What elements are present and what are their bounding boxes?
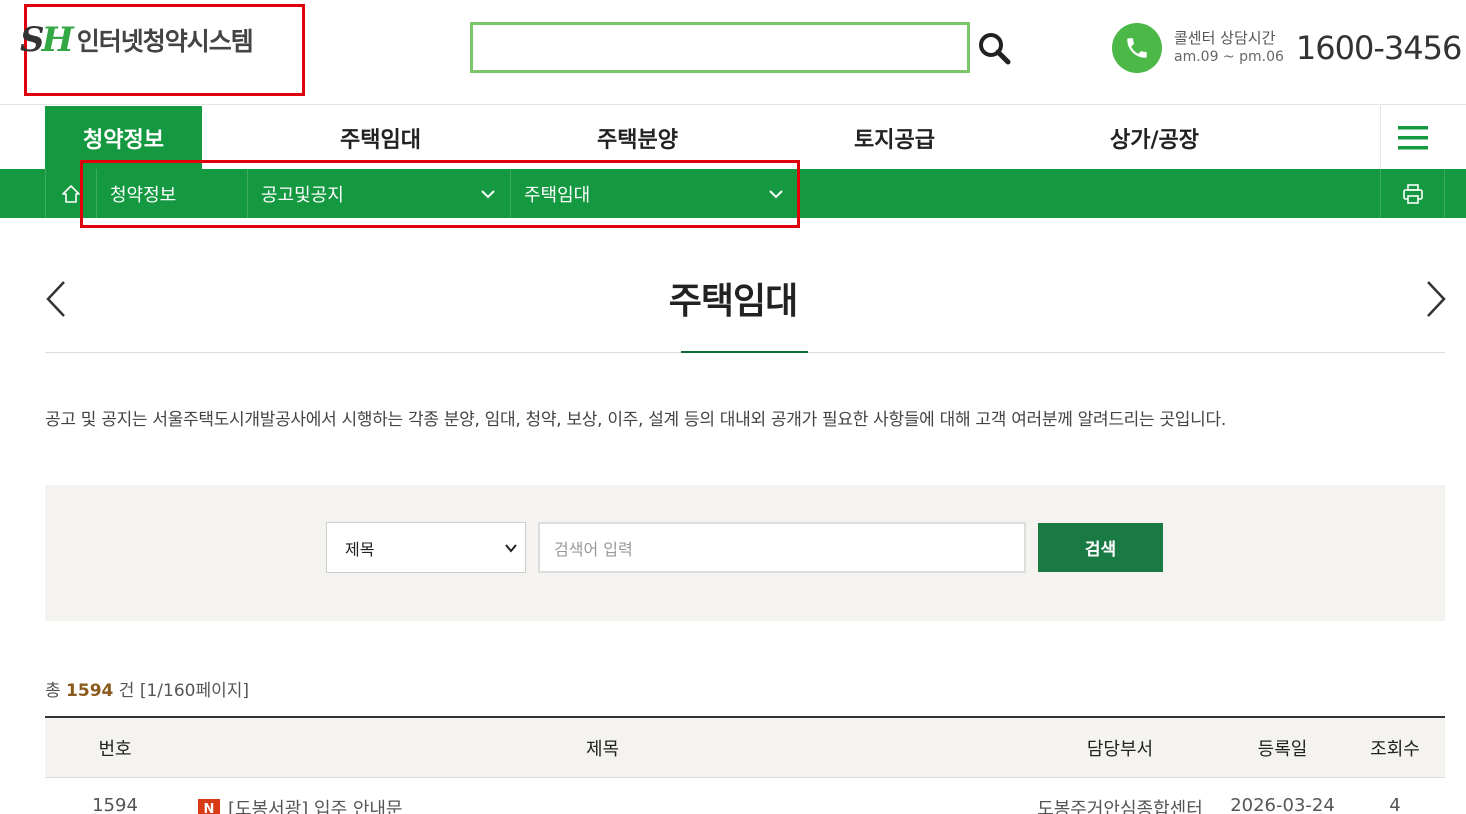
search-field-select[interactable]: 제목 (326, 522, 526, 573)
nav-item-subscription-info[interactable]: 청약정보 (45, 106, 202, 169)
col-header-date: 등록일 (1257, 739, 1308, 760)
next-page-arrow-icon[interactable] (1424, 280, 1448, 318)
callcenter-number: 1600-3456 (1295, 29, 1462, 67)
home-icon[interactable] (45, 169, 97, 218)
callcenter-hours: am.09 ~ pm.06 (1174, 49, 1284, 65)
hamburger-menu-icon[interactable] (1380, 106, 1445, 169)
row-date: 2026-03-24 (1230, 795, 1335, 814)
nav-item-land-supply[interactable]: 토지공급 (816, 106, 973, 169)
phone-icon (1112, 23, 1162, 73)
chevron-down-icon (769, 190, 783, 199)
callcenter-info: 콜센터 상담시간 am.09 ~ pm.06 1600-3456 (1112, 23, 1462, 73)
total-count: 총 1594 건 [1/160페이지] (45, 681, 250, 701)
main-nav: 청약정보 주택임대 주택분양 토지공급 상가/공장 (45, 106, 1445, 169)
col-header-views: 조회수 (1370, 739, 1420, 760)
table-header: 번호 제목 담당부서 등록일 조회수 (45, 718, 1445, 778)
intro-text: 공고 및 공지는 서울주택도시개발공사에서 시행하는 각종 분양, 임대, 청약… (45, 410, 1226, 430)
new-badge: N (198, 799, 220, 814)
print-icon[interactable] (1380, 169, 1445, 218)
global-search-input[interactable] (470, 22, 970, 73)
logo-text: 인터넷청약시스템 (76, 27, 254, 56)
location-depth1-label: 청약정보 (110, 184, 177, 206)
location-depth1[interactable]: 청약정보 (97, 169, 248, 218)
location-depth3-dropdown[interactable]: 주택임대 (511, 169, 798, 218)
chevron-down-icon (481, 190, 495, 199)
col-header-no: 번호 (98, 739, 132, 760)
search-icon[interactable] (976, 30, 1012, 66)
row-dept: 도봉주거안심종합센터 (1037, 799, 1203, 814)
col-header-dept: 담당부서 (1086, 739, 1154, 760)
keyword-input[interactable]: 검색어 입력 (538, 522, 1026, 573)
page: SH 인터넷청약시스템 콜센터 상담시간 am.09 ~ pm.06 1600-… (0, 0, 1466, 814)
location-bar: 청약정보 공고및공지 주택임대 (0, 169, 1466, 218)
nav-item-shop-factory[interactable]: 상가/공장 (1076, 106, 1233, 169)
keyword-placeholder: 검색어 입력 (554, 539, 633, 559)
row-title-link[interactable]: N [도봉서광] 입주 안내문 (198, 795, 403, 814)
nav-item-housing-sale[interactable]: 주택분양 (559, 106, 716, 169)
row-views: 4 (1389, 795, 1401, 814)
page-title: 주택임대 (668, 281, 798, 322)
search-field-selected: 제목 (345, 539, 375, 559)
location-depth2-dropdown[interactable]: 공고및공지 (248, 169, 511, 218)
table-row[interactable]: 1594 N [도봉서광] 입주 안내문 도봉주거안심종합센터 2026-03-2… (45, 779, 1445, 814)
sh-logo-mark: SH (20, 20, 74, 60)
col-header-title: 제목 (585, 739, 620, 760)
row-no: 1594 (92, 795, 138, 814)
row-title: [도봉서광] 입주 안내문 (228, 799, 403, 814)
chevron-down-icon (505, 544, 517, 553)
search-submit-button[interactable]: 검색 (1038, 523, 1163, 572)
location-depth2-label: 공고및공지 (261, 184, 344, 206)
nav-item-rental-housing[interactable]: 주택임대 (302, 106, 459, 169)
total-count-number: 1594 (66, 681, 114, 701)
site-header: SH 인터넷청약시스템 콜센터 상담시간 am.09 ~ pm.06 1600-… (0, 0, 1466, 105)
site-logo[interactable]: SH 인터넷청약시스템 (20, 20, 254, 60)
location-depth3-label: 주택임대 (524, 184, 591, 206)
callcenter-label: 콜센터 상담시간 (1174, 29, 1276, 47)
title-underline (681, 351, 808, 353)
